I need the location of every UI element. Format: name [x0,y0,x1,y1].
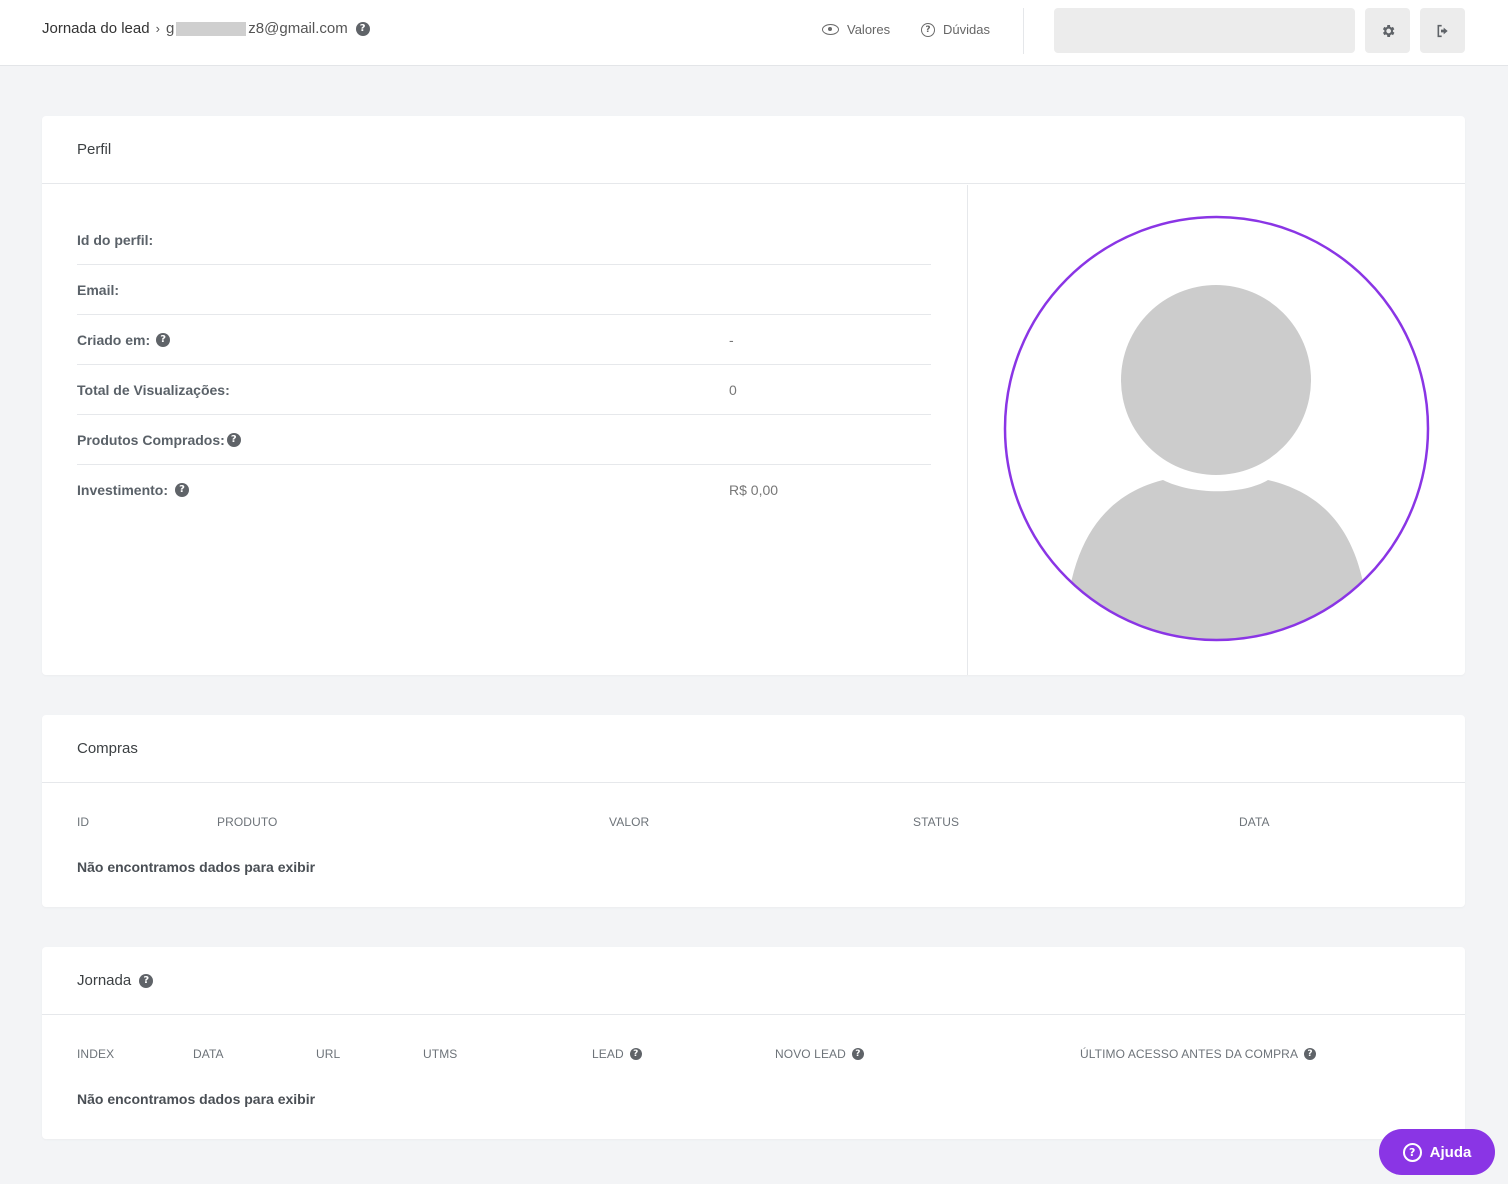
settings-button[interactable] [1365,8,1410,53]
account-selector[interactable] [1054,8,1355,53]
profile-field-label: Produtos Comprados: [77,431,225,448]
breadcrumb: Jornada do lead › g z8@gmail.com ? [42,20,370,37]
eye-icon [822,24,839,35]
column-header-last-access-wrap: ÚLTIMO ACESSO ANTES DA COMPRA ? [1080,1047,1317,1061]
column-header-new-lead: NOVO LEAD [775,1047,846,1061]
header-divider [1023,8,1024,54]
profile-field-value: R$ 0,00 [729,482,779,498]
column-header-value: VALOR [609,815,650,829]
column-header-last-access: ÚLTIMO ACESSO ANTES DA COMPRA [1080,1047,1299,1061]
profile-field-label: Investimento: [77,482,169,498]
profile-row-products: Produtos Comprados: ? [77,415,931,465]
logout-icon [1437,24,1448,37]
profile-divider [967,185,968,675]
question-circle-icon: ? [1402,1142,1422,1162]
help-link[interactable]: ? Dúvidas [921,22,990,37]
column-header-utms: UTMS [423,1047,458,1061]
profile-card: Perfil Id do perfil: Email: Criado em: ?… [42,116,1465,675]
breadcrumb-email: g z8@gmail.com [166,20,348,37]
question-circle-icon[interactable]: ? [139,973,154,988]
email-start: g [165,20,175,37]
purchases-title: Compras [77,740,138,757]
profile-field-value: 0 [729,381,737,398]
profile-title: Perfil [77,141,112,158]
profile-row-id: Id do perfil: [77,215,931,265]
column-header-id: ID [77,815,90,829]
journey-card-header: Jornada ? [42,947,1465,1015]
logout-button[interactable] [1420,8,1465,53]
column-header-date: DATA [193,1047,224,1061]
profile-field-label-wrap: Produtos Comprados: ? [77,432,241,448]
question-circle-icon[interactable]: ? [175,483,190,497]
journey-title: Jornada [77,972,132,989]
journey-card: Jornada ? INDEX DATA URL UTMS LEAD ? NOV… [42,947,1465,1139]
values-label: Valores [847,22,891,37]
journey-table-header: INDEX DATA URL UTMS LEAD ? NOVO LEAD ? Ú… [42,1015,1465,1085]
breadcrumb-root[interactable]: Jornada do lead [42,20,150,37]
question-circle-icon[interactable]: ? [226,432,241,447]
column-header-index: INDEX [77,1047,115,1061]
question-circle-icon[interactable]: ? [156,332,171,347]
profile-row-views: Total de Visualizações: 0 [77,365,931,415]
column-header-lead-wrap: LEAD ? [592,1047,642,1061]
question-circle-icon[interactable]: ? [1304,1048,1317,1060]
column-header-product: PRODUTO [217,815,278,829]
profile-row-investment: Investimento: ? R$ 0,00 [77,465,931,515]
column-header-new-lead-wrap: NOVO LEAD ? [775,1047,864,1061]
top-bar: Jornada do lead › g z8@gmail.com ? Valore… [0,0,1508,66]
question-circle-icon: ? [921,22,935,37]
column-header-date: DATA [1239,815,1270,829]
profile-field-value: - [729,331,734,348]
profile-card-header: Perfil [42,116,1465,184]
values-toggle[interactable]: Valores [822,22,890,37]
column-header-status: STATUS [913,815,960,829]
user-placeholder-icon [1003,215,1430,642]
profile-field-label: Criado em: [77,331,151,348]
journey-empty-message: Não encontramos dados para exibir [77,1091,316,1107]
profile-row-email: Email: [77,265,931,315]
purchases-empty-message: Não encontramos dados para exibir [77,859,316,875]
help-label: Dúvidas [943,22,990,37]
profile-field-label: Total de Visualizações: [77,381,230,398]
question-circle-icon[interactable]: ? [629,1048,642,1060]
column-header-url: URL [316,1047,341,1061]
profile-field-label: Email: [77,281,120,298]
chevron-right-icon: › [155,21,160,36]
column-header-lead: LEAD [592,1047,624,1061]
help-button[interactable]: ? Ajuda [1379,1129,1495,1175]
profile-field-label-wrap: Criado em: ? [77,331,171,348]
profile-fields: Id do perfil: Email: Criado em: ? - Tota… [77,215,931,515]
email-end: z8@gmail.com [248,20,348,37]
help-button-label: Ajuda [1429,1143,1472,1161]
profile-field-label-wrap: Investimento: ? [77,482,190,498]
gear-icon [1382,24,1394,37]
purchases-table-header: ID PRODUTO VALOR STATUS DATA [42,783,1465,853]
question-circle-icon[interactable]: ? [355,21,370,36]
profile-row-created: Criado em: ? - [77,315,931,365]
avatar [1003,215,1430,642]
profile-field-label: Id do perfil: [77,231,154,248]
purchases-card: Compras ID PRODUTO VALOR STATUS DATA Não… [42,715,1465,907]
email-redaction [176,22,247,37]
purchases-card-header: Compras [42,715,1465,783]
question-circle-icon[interactable]: ? [851,1048,864,1060]
